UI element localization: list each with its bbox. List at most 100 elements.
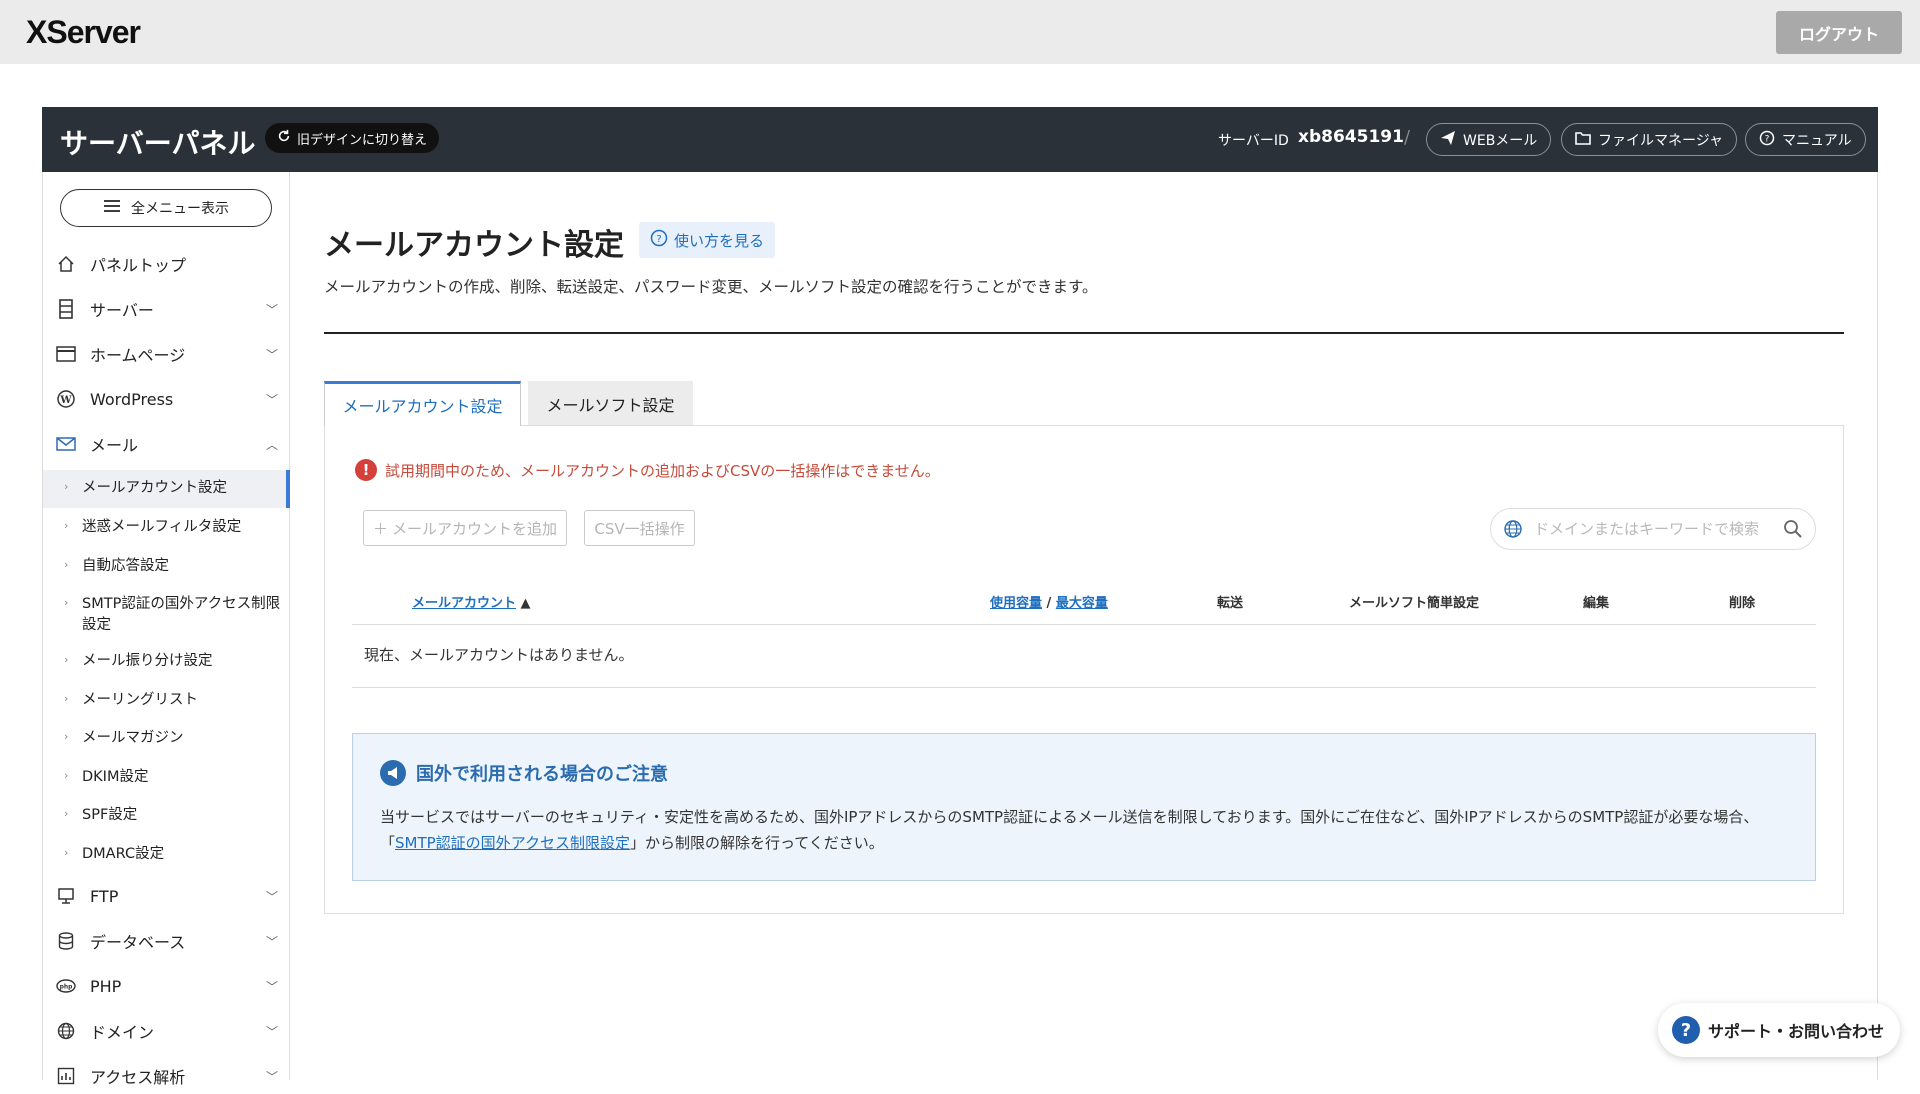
- sidebar-item-label: サーバー: [90, 301, 154, 320]
- sidebar: 全メニュー表示 パネルトップ サーバー ﹀ ホームページ ﹀ W WordPre…: [43, 172, 290, 1087]
- sidebar-subitem-spam-filter[interactable]: › 迷惑メールフィルタ設定: [43, 509, 290, 547]
- column-separator: /: [1042, 596, 1056, 611]
- sidebar-subitem-label: DKIM設定: [82, 769, 149, 785]
- sidebar-item-label: データベース: [90, 933, 186, 952]
- search-input[interactable]: [1534, 517, 1769, 541]
- sidebar-item-label: ドメイン: [90, 1023, 155, 1042]
- sort-link-account[interactable]: メールアカウント: [412, 596, 516, 611]
- globe-icon: [1503, 519, 1523, 543]
- sidebar-subitem-auto-reply[interactable]: › 自動応答設定: [43, 548, 290, 586]
- sidebar-item-label: WordPress: [90, 389, 174, 409]
- plus-icon: ＋: [372, 519, 388, 538]
- tab-mail-software[interactable]: メールソフト設定: [528, 381, 693, 426]
- column-header-usage: 使用容量 / 最大容量: [990, 592, 1108, 611]
- sidebar-subitem-label: SMTP認証の国外アクセス制限設定: [82, 596, 281, 633]
- sidebar-subitem-label: 迷惑メールフィルタ設定: [82, 519, 242, 535]
- table-row-divider: [352, 687, 1816, 688]
- database-icon: [56, 931, 76, 951]
- notice-title: 国外で利用される場合のご注意: [416, 764, 668, 785]
- sort-link-max[interactable]: 最大容量: [1056, 596, 1108, 611]
- trial-warning: ! 試用期間中のため、メールアカウントの追加およびCSVの一括操作はできません。: [355, 459, 940, 481]
- chevron-down-icon: ﹀: [265, 934, 278, 949]
- column-header-edit: 編集: [1583, 596, 1610, 611]
- hamburger-icon: [103, 199, 121, 217]
- filemanager-label: ファイルマネージャ: [1598, 132, 1724, 149]
- chevron-down-icon: ﹀: [265, 392, 278, 407]
- sidebar-item-label: PHP: [90, 976, 122, 996]
- sidebar-subitem-dmarc[interactable]: › DMARC設定: [43, 836, 290, 874]
- sidebar-subitem-smtp-restriction[interactable]: › SMTP認証の国外アクセス制限設定: [43, 586, 290, 644]
- chevron-right-icon: ›: [64, 692, 69, 705]
- filemanager-button[interactable]: ファイルマネージャ: [1561, 123, 1738, 156]
- column-header-delete: 削除: [1729, 596, 1756, 611]
- refresh-icon: [277, 129, 291, 147]
- notice-text-2: 」から制限の解除を行ってください。: [629, 834, 884, 852]
- search-icon[interactable]: [1783, 519, 1803, 543]
- sidebar-item-database[interactable]: データベース ﹀: [43, 923, 290, 959]
- sidebar-subitem-mail-magazine[interactable]: › メールマガジン: [43, 720, 290, 758]
- sidebar-item-php[interactable]: php PHP ﹀: [43, 968, 290, 1004]
- howto-label: 使い方を見る: [674, 231, 765, 250]
- xserver-logo[interactable]: XServer: [26, 14, 141, 51]
- manual-button[interactable]: ? マニュアル: [1745, 123, 1866, 156]
- sidebar-subitem-spf[interactable]: › SPF設定: [43, 797, 290, 835]
- support-button[interactable]: ? サポート・お問い合わせ: [1658, 1003, 1900, 1057]
- header-separator: /: [1404, 127, 1411, 148]
- add-mail-account-button[interactable]: ＋ メールアカウントを追加: [363, 510, 567, 546]
- sidebar-item-label: ホームページ: [90, 346, 186, 365]
- sidebar-item-label: アクセス解析: [90, 1068, 186, 1087]
- page-title: メールアカウント設定: [324, 228, 624, 263]
- sidebar-item-ftp[interactable]: FTP ﹀: [43, 878, 290, 914]
- sidebar-subitem-dkim[interactable]: › DKIM設定: [43, 759, 290, 797]
- old-design-toggle[interactable]: 旧デザインに切り替え: [265, 123, 440, 153]
- sidebar-item-label: FTP: [90, 886, 119, 906]
- sidebar-subitem-mail-sorting[interactable]: › メール振り分け設定: [43, 643, 290, 681]
- paper-plane-icon: [1440, 130, 1456, 150]
- chevron-right-icon: ›: [64, 846, 69, 859]
- bar-chart-icon: [56, 1066, 76, 1086]
- overseas-notice: 国外で利用される場合のご注意 当サービスではサーバーのセキュリティ・安定性を高め…: [352, 733, 1816, 881]
- support-label: サポート・お問い合わせ: [1708, 1022, 1885, 1041]
- webmail-label: WEBメール: [1463, 132, 1538, 149]
- tab-mail-account[interactable]: メールアカウント設定: [324, 381, 521, 426]
- sidebar-subitem-label: DMARC設定: [82, 846, 165, 862]
- csv-bulk-button[interactable]: CSV一括操作: [584, 510, 695, 546]
- sort-link-usage[interactable]: 使用容量: [990, 596, 1042, 611]
- sidebar-item-domain[interactable]: ドメイン ﹀: [43, 1013, 290, 1049]
- sidebar-item-top[interactable]: パネルトップ: [43, 246, 290, 282]
- server-id-value: xb8645191: [1298, 127, 1404, 147]
- globe-icon: [56, 1021, 76, 1041]
- sidebar-item-wordpress[interactable]: W WordPress ﹀: [43, 381, 290, 417]
- sidebar-subitem-label: メールマガジン: [82, 730, 184, 746]
- sidebar-item-access-analytics[interactable]: アクセス解析 ﹀: [43, 1058, 290, 1094]
- question-icon: ?: [1672, 1016, 1700, 1044]
- sidebar-item-mail[interactable]: メール ︿: [43, 426, 290, 462]
- sidebar-subitem-mailing-list[interactable]: › メーリングリスト: [43, 682, 290, 720]
- sidebar-subitem-label: メール振り分け設定: [82, 653, 213, 669]
- chevron-down-icon: ﹀: [265, 302, 278, 317]
- sidebar-item-label: メール: [90, 436, 139, 455]
- sidebar-subitem-mail-account[interactable]: › メールアカウント設定: [43, 470, 290, 508]
- column-header-account[interactable]: メールアカウント ▲: [412, 592, 531, 611]
- table-header-divider: [352, 624, 1816, 625]
- alert-icon: !: [355, 459, 377, 481]
- server-icon: [56, 299, 76, 319]
- webmail-button[interactable]: WEBメール: [1426, 123, 1552, 156]
- chevron-down-icon: ﹀: [265, 979, 278, 994]
- howto-button[interactable]: ? 使い方を見る: [639, 222, 776, 258]
- sidebar-item-homepage[interactable]: ホームページ ﹀: [43, 336, 290, 372]
- chevron-right-icon: ›: [64, 769, 69, 782]
- smtp-restriction-link[interactable]: SMTP認証の国外アクセス制限設定: [395, 834, 630, 852]
- logout-button[interactable]: ログアウト: [1776, 11, 1902, 54]
- manual-label: マニュアル: [1782, 132, 1852, 149]
- mail-icon: [56, 434, 76, 454]
- chevron-down-icon: ﹀: [265, 1024, 278, 1039]
- all-menu-button[interactable]: 全メニュー表示: [60, 189, 272, 227]
- chevron-down-icon: ﹀: [265, 347, 278, 362]
- sidebar-subitem-label: メールアカウント設定: [82, 480, 227, 496]
- sidebar-item-server[interactable]: サーバー ﹀: [43, 291, 290, 327]
- php-icon: php: [56, 976, 76, 996]
- svg-text:W: W: [59, 395, 72, 406]
- server-id-label: サーバーID: [1218, 133, 1289, 149]
- chevron-right-icon: ›: [64, 596, 69, 609]
